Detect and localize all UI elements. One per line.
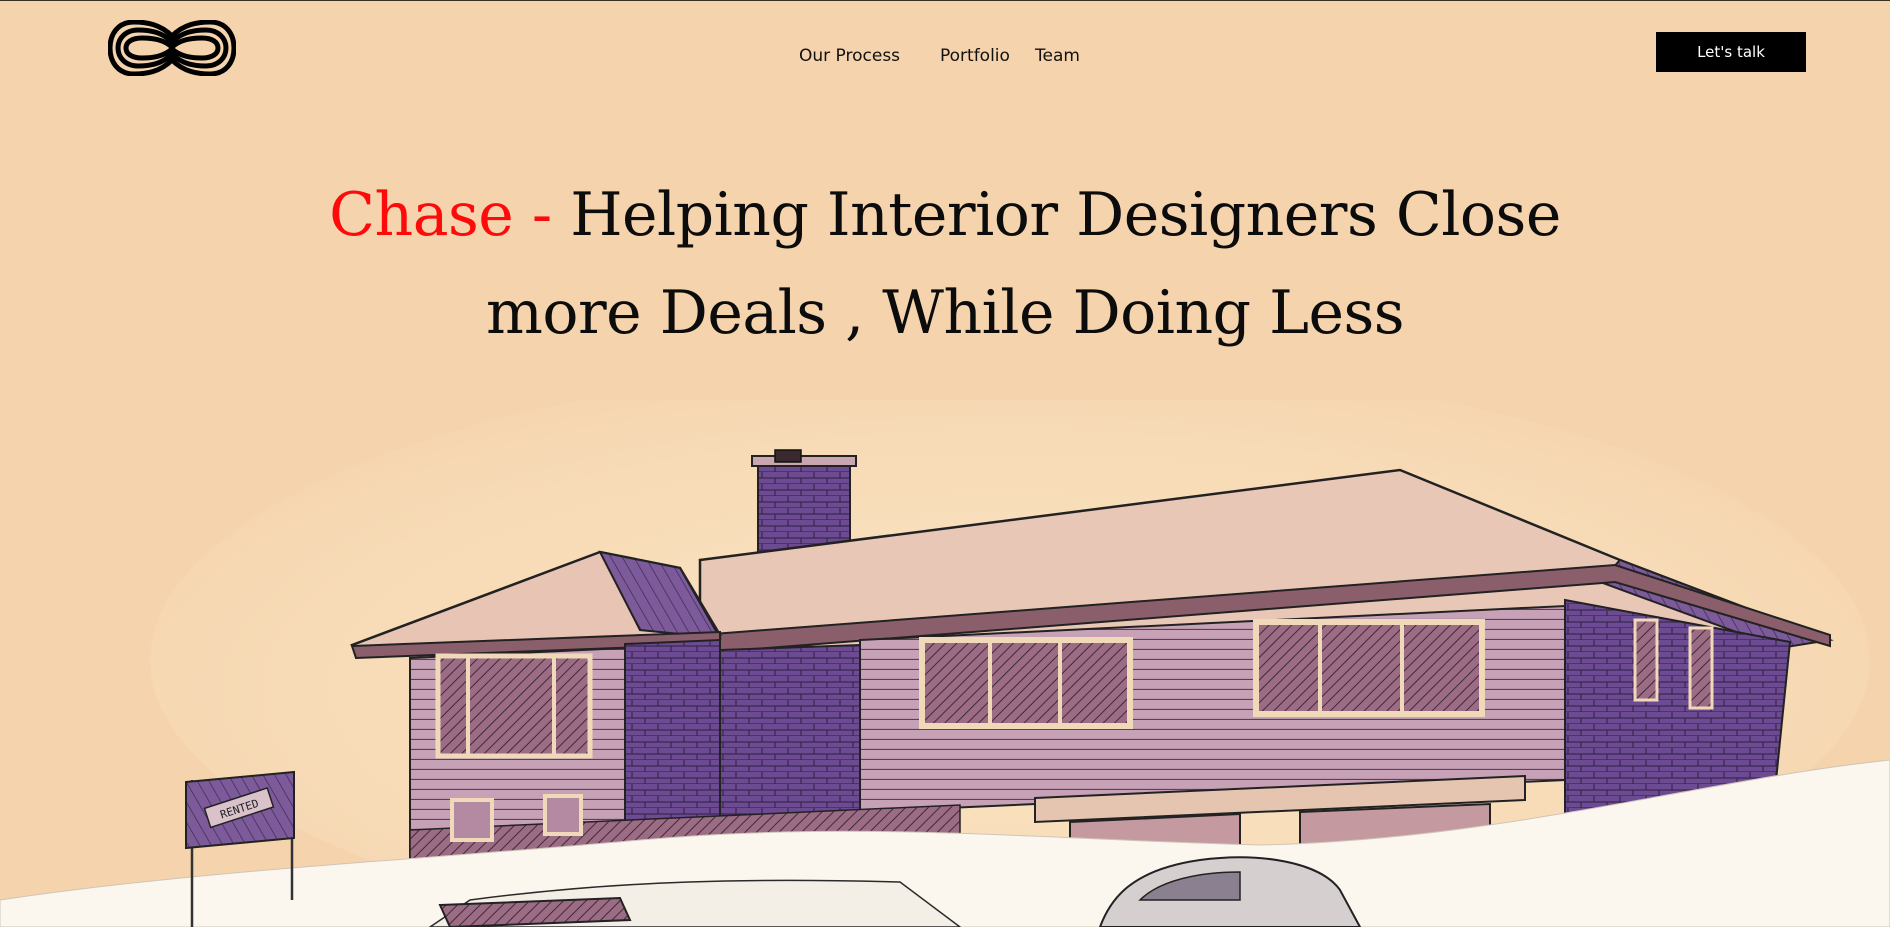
hero-accent-brand: Chase - — [329, 180, 552, 250]
nav-link-portfolio[interactable]: Portfolio — [940, 46, 1010, 66]
hero-line-2: more Deals , While Doing Less — [485, 278, 1405, 348]
hero-house-illustration: RENTED — [0, 360, 1890, 927]
hero-line-1-text: Helping Interior Designers Close — [570, 180, 1561, 250]
top-nav: Our Process Portfolio Team Let's talk — [0, 0, 1890, 100]
nav-link-team[interactable]: Team — [1035, 46, 1080, 66]
hero-headline: Chase - Helping Interior Designers Close… — [0, 166, 1890, 362]
lets-talk-button[interactable]: Let's talk — [1656, 32, 1806, 72]
nav-link-our-process[interactable]: Our Process — [799, 46, 900, 66]
main-nav: Our Process Portfolio Team — [0, 46, 1890, 70]
house-sketch-image: RENTED — [0, 360, 1890, 927]
hero-line-1: Chase - Helping Interior Designers Close — [0, 166, 1890, 264]
